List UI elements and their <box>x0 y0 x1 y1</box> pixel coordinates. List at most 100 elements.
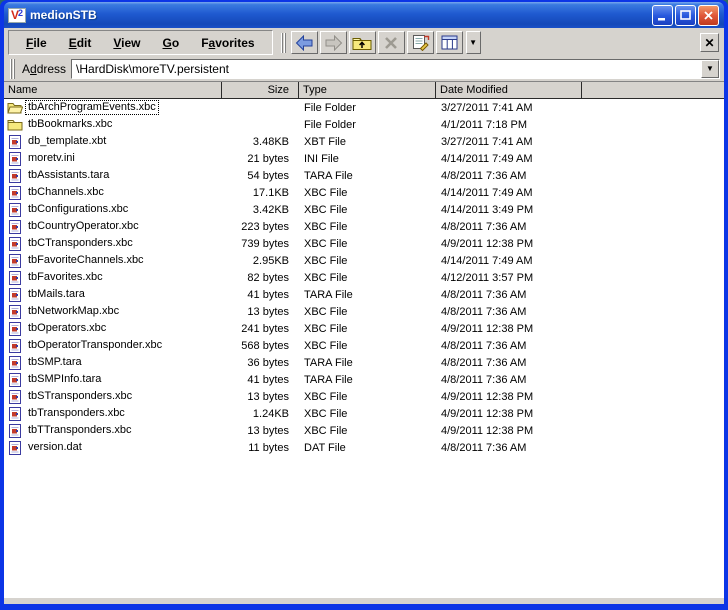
address-input[interactable]: \HardDisk\moreTV.persistent <box>72 62 701 76</box>
file-row[interactable]: tbBookmarks.xbc File Folder 4/1/2011 7:18 … <box>4 116 724 133</box>
file-icon <box>7 389 23 404</box>
file-row[interactable]: tbSMP.tara 36 bytes TARA File 4/8/2011 7:36… <box>4 354 724 371</box>
file-icon <box>7 321 23 336</box>
up-one-level-button[interactable] <box>348 31 376 54</box>
file-icon <box>7 134 23 149</box>
minimize-icon <box>658 17 665 20</box>
file-row[interactable]: tbSTransponders.xbc 13 bytes XBC File 4/9/2… <box>4 388 724 405</box>
menu-toolbar-row: File Edit View Go Favorites ▼ ✕ <box>4 28 724 57</box>
file-type: XBC File <box>304 254 348 267</box>
file-size: 13 bytes <box>247 424 289 437</box>
file-type: TARA File <box>304 373 353 386</box>
file-name: tbTTransponders.xbc <box>28 424 132 436</box>
menu-item-view[interactable]: View <box>102 34 151 52</box>
column-header-extra[interactable] <box>582 82 724 98</box>
column-header-label: Size <box>267 84 289 96</box>
column-header-name[interactable]: Name <box>4 82 222 98</box>
file-size: 36 bytes <box>247 356 289 369</box>
file-row[interactable]: tbConfigurations.xbc 3.42KB XBC File 4/14/2… <box>4 201 724 218</box>
menu-item-file[interactable]: File <box>15 34 58 52</box>
file-row[interactable]: tbTransponders.xbc 1.24KB XBC File 4/9/2011… <box>4 405 724 422</box>
file-row[interactable]: tbFavorites.xbc 82 bytes XBC File 4/12/2011… <box>4 269 724 286</box>
file-name-cell: tbAssistants.tara <box>4 167 222 184</box>
maximize-button[interactable] <box>675 4 696 26</box>
views-button[interactable] <box>435 31 463 54</box>
file-name-cell: tbBookmarks.xbc <box>4 116 222 133</box>
toolbar-gripper[interactable] <box>280 32 289 53</box>
file-icon <box>7 151 23 166</box>
column-header-type[interactable]: Type <box>299 82 436 98</box>
file-row[interactable]: tbArchProgramEvents.xbc File Folder 3/27/2… <box>4 99 724 116</box>
close-button[interactable] <box>698 4 719 26</box>
file-icon <box>7 202 23 217</box>
file-row[interactable]: tbTTransponders.xbc 13 bytes XBC File 4/9/2… <box>4 422 724 439</box>
toolbar-close-button[interactable]: ✕ <box>700 33 719 52</box>
back-button[interactable] <box>290 31 318 54</box>
file-name: tbFavoriteChannels.xbc <box>28 254 144 266</box>
file-size: 41 bytes <box>247 288 289 301</box>
file-row[interactable]: db_template.xbt 3.48KB XBT File 3/27/2011 7… <box>4 133 724 150</box>
properties-button[interactable] <box>406 31 434 54</box>
views-dropdown-button[interactable]: ▼ <box>465 31 481 54</box>
file-type: INI File <box>304 152 339 165</box>
file-row[interactable]: tbMails.tara 41 bytes TARA File 4/8/2011 7:… <box>4 286 724 303</box>
file-type: XBC File <box>304 220 348 233</box>
file-row[interactable]: tbOperatorTransponder.xbc 568 bytes XBC Fi… <box>4 337 724 354</box>
column-header-modified[interactable]: Date Modified <box>436 82 582 98</box>
menu-item-go[interactable]: Go <box>152 34 191 52</box>
file-size: 13 bytes <box>247 390 289 403</box>
file-date-modified: 4/9/2011 12:38 PM <box>441 322 534 335</box>
file-name-cell: tbOperatorTransponder.xbc <box>4 337 222 354</box>
file-size: 739 bytes <box>241 237 289 250</box>
file-row[interactable]: tbNetworkMap.xbc 13 bytes XBC File 4/8/2011… <box>4 303 724 320</box>
file-type: XBC File <box>304 186 348 199</box>
menu-item-edit[interactable]: Edit <box>58 34 103 52</box>
file-date-modified: 4/8/2011 7:36 AM <box>441 220 527 233</box>
file-name: db_template.xbt <box>28 135 107 147</box>
file-type: XBC File <box>304 305 348 318</box>
file-name: moretv.ini <box>28 152 75 164</box>
address-gripper[interactable] <box>10 58 18 79</box>
toolbar: ▼ <box>290 31 481 54</box>
file-name: tbSMPInfo.tara <box>28 373 102 385</box>
delete-x-icon <box>383 35 399 51</box>
address-dropdown-button[interactable]: ▼ <box>701 59 719 78</box>
forward-button[interactable] <box>319 31 347 54</box>
file-icon <box>7 253 23 268</box>
file-date-modified: 3/27/2011 7:41 AM <box>441 101 533 114</box>
file-row[interactable]: tbAssistants.tara 54 bytes TARA File 4/8/20… <box>4 167 724 184</box>
file-row[interactable]: version.dat 11 bytes DAT File 4/8/2011 7:36… <box>4 439 724 456</box>
file-date-modified: 4/1/2011 7:18 PM <box>441 118 528 131</box>
address-bar[interactable]: \HardDisk\moreTV.persistent ▼ <box>71 58 720 79</box>
column-header-size[interactable]: Size <box>222 82 299 98</box>
file-row[interactable]: tbChannels.xbc 17.1KB XBC File 4/14/2011 7:… <box>4 184 724 201</box>
chevron-down-icon: ▼ <box>706 64 714 73</box>
file-row[interactable]: tbCountryOperator.xbc 223 bytes XBC File 4/… <box>4 218 724 235</box>
minimize-button[interactable] <box>652 4 673 26</box>
file-name-cell: moretv.ini <box>4 150 222 167</box>
file-row[interactable]: tbCTransponders.xbc 739 bytes XBC File 4/9/… <box>4 235 724 252</box>
toolbar-close-icon: ✕ <box>704 35 715 50</box>
file-name: tbTransponders.xbc <box>28 407 125 419</box>
file-name-cell: version.dat <box>4 439 222 456</box>
menu-item-favorites[interactable]: Favorites <box>190 34 265 52</box>
file-row[interactable]: tbOperators.xbc 241 bytes XBC File 4/9/2011… <box>4 320 724 337</box>
delete-button[interactable] <box>377 31 405 54</box>
file-date-modified: 3/27/2011 7:41 AM <box>441 135 533 148</box>
file-name: tbMails.tara <box>28 288 85 300</box>
file-row[interactable]: tbSMPInfo.tara 41 bytes TARA File 4/8/2011 … <box>4 371 724 388</box>
file-date-modified: 4/9/2011 12:38 PM <box>441 424 534 437</box>
file-date-modified: 4/8/2011 7:36 AM <box>441 339 527 352</box>
file-name-cell: tbCountryOperator.xbc <box>4 218 222 235</box>
file-name: tbAssistants.tara <box>28 169 110 181</box>
file-name-cell: tbNetworkMap.xbc <box>4 303 222 320</box>
file-row[interactable]: moretv.ini 21 bytes INI File 4/14/2011 7:49… <box>4 150 724 167</box>
file-size: 568 bytes <box>241 339 289 352</box>
file-icon <box>7 338 23 353</box>
title-bar[interactable]: V 2 medionSTB <box>4 2 724 28</box>
file-icon <box>7 423 23 438</box>
file-row[interactable]: tbFavoriteChannels.xbc 2.95KB XBC File 4/14… <box>4 252 724 269</box>
file-type: XBT File <box>304 135 346 148</box>
file-size: 17.1KB <box>252 186 289 199</box>
file-size: 223 bytes <box>241 220 289 233</box>
